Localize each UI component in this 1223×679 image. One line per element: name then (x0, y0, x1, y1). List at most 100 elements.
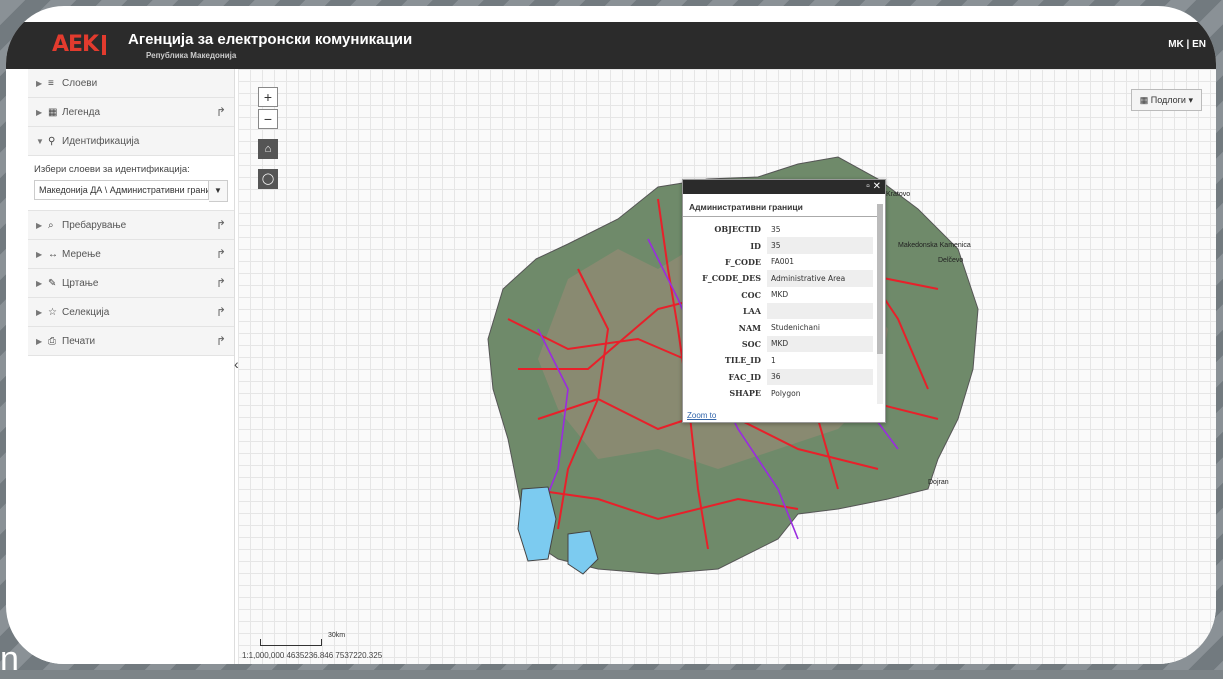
share-icon[interactable]: ↱ (216, 276, 226, 290)
app-subtitle: Република Македонија (146, 51, 237, 60)
share-icon[interactable]: ↱ (216, 305, 226, 319)
attribute-row: NAM Studenichani (683, 319, 873, 336)
place-label: Delčevo (938, 257, 964, 264)
browser-frame: AEK Агенција за електронски комуникации … (6, 6, 1216, 664)
attr-value (767, 302, 873, 320)
attr-value: 35 (767, 237, 873, 254)
place-label: Makedonska Kamenica (898, 242, 971, 249)
caret-right-icon: ▶ (36, 336, 43, 346)
zoom-in-button[interactable]: + (258, 87, 278, 107)
attribute-row: TILE_ID 1 (683, 352, 873, 369)
attribute-row: ID 35 (683, 237, 873, 254)
panel-label: Печати (62, 335, 96, 347)
caret-right-icon: ▶ (36, 278, 43, 288)
attr-value: MKD (767, 335, 873, 353)
layer-select-value[interactable]: Македонија ДА \ Административни граници (34, 180, 209, 200)
caret-down-icon: ▾ (1185, 95, 1193, 105)
panel-layers[interactable]: ▶ ≡ Слоеви (28, 69, 234, 98)
attribute-row: SHAPE Polygon (683, 384, 873, 402)
identify-hint: Избери слоеви за идентификација: (34, 164, 190, 175)
panel-label: Мерење (62, 248, 101, 260)
panel-draw[interactable]: ▶ ✎ Цртање ↱ (28, 269, 234, 298)
scale-label: 30km (328, 632, 346, 639)
attr-key: FAC_ID (728, 371, 761, 382)
attr-value: MKD (767, 286, 873, 303)
panel-measure[interactable]: ▶ ↔ Мерење ↱ (28, 240, 234, 269)
attr-value: 1 (767, 352, 873, 369)
identification-body: Избери слоеви за идентификација: Македон… (28, 156, 234, 211)
attr-key: SOC (741, 338, 761, 349)
share-icon[interactable]: ↱ (216, 105, 226, 119)
attr-value: Studenichani (767, 319, 873, 336)
maximize-icon[interactable]: ▫ (866, 181, 870, 192)
attribute-row: COC MKD (683, 286, 873, 303)
share-icon[interactable]: ↱ (216, 218, 226, 232)
print-icon: ⎙ (48, 335, 56, 347)
attribute-row: F_CODE_DES Administrative Area (683, 270, 873, 287)
attr-value: 36 (767, 368, 873, 385)
attr-value: Polygon (767, 384, 873, 402)
map-canvas[interactable]: + − ⌂ ◯ ▦ Подлоги ▾ Kratovo Makedonska K… (238, 69, 1216, 664)
logo-text: AEK (52, 32, 99, 57)
attribute-row: F_CODE FA001 (683, 253, 873, 271)
basemaps-button[interactable]: ▦ Подлоги ▾ (1130, 89, 1202, 111)
basemaps-label: Подлоги (1150, 95, 1186, 105)
sidebar: ▶ ≡ Слоеви ▶ ▦ Легенда ↱ ▼ ⚲ Идентификац… (28, 69, 235, 664)
panel-label: Легенда (62, 106, 101, 118)
attribute-row: OBJECTID 35 (683, 221, 873, 238)
zoom-out-button[interactable]: − (258, 109, 278, 129)
pin-icon: ⚲ (48, 135, 56, 147)
layer-select[interactable]: Македонија ДА \ Административни граници … (34, 180, 228, 202)
popup-scrollbar[interactable] (877, 204, 883, 404)
star-icon: ☆ (48, 306, 57, 318)
panel-print[interactable]: ▶ ⎙ Печати ↱ (28, 327, 234, 356)
grid-icon: ▦ (1139, 95, 1151, 105)
zoom-to-link[interactable]: Zoom to (687, 411, 716, 420)
panel-label: Пребарување (62, 219, 127, 231)
identify-popup: ▫ ✕ Административни граници OBJECTID 35 I… (682, 179, 886, 423)
share-icon[interactable]: ↱ (216, 334, 226, 348)
attribute-row: SOC MKD (683, 335, 873, 353)
pencil-icon: ✎ (48, 277, 57, 289)
attribute-row: LAA (683, 302, 873, 320)
locate-icon[interactable]: ◯ (258, 169, 278, 189)
attr-key: SHAPE (729, 388, 761, 399)
place-label: Dojran (928, 479, 949, 486)
caret-right-icon: ▶ (36, 249, 43, 259)
panel-label: Селекција (62, 306, 110, 318)
app-header: AEK Агенција за електронски комуникации … (6, 22, 1216, 69)
place-label: Kratovo (886, 191, 911, 198)
panel-selection[interactable]: ▶ ☆ Селекција ↱ (28, 298, 234, 327)
caret-right-icon: ▶ (36, 107, 43, 117)
scrollbar-thumb[interactable] (877, 204, 883, 354)
attr-key: F_CODE (724, 256, 761, 267)
caret-down-icon: ▼ (36, 136, 44, 146)
panel-legend[interactable]: ▶ ▦ Легенда ↱ (28, 98, 234, 127)
close-icon[interactable]: ✕ (873, 181, 881, 192)
overlay-text: n (0, 640, 19, 678)
popup-titlebar: ▫ ✕ (683, 180, 885, 194)
home-icon[interactable]: ⌂ (258, 139, 278, 159)
lake-ohrid (517, 486, 557, 562)
scale-bar (260, 639, 322, 646)
caret-right-icon: ▶ (36, 78, 43, 88)
caret-right-icon: ▶ (36, 307, 43, 317)
grid-icon: ▦ (48, 106, 58, 118)
attr-key: COC (741, 289, 761, 300)
attr-key: F_CODE_DES (702, 273, 761, 284)
popup-title: Административни граници (683, 194, 879, 217)
attr-key: TILE_ID (724, 355, 761, 366)
language-switch[interactable]: MK | EN (1168, 39, 1206, 50)
panel-search[interactable]: ▶ ⌕ Пребарување ↱ (28, 211, 234, 240)
attribute-row: FAC_ID 36 (683, 368, 873, 385)
attr-key: OBJECTID (714, 224, 761, 235)
share-icon[interactable]: ↱ (216, 247, 226, 261)
attr-value: 35 (767, 221, 873, 238)
panel-identification[interactable]: ▼ ⚲ Идентификација (28, 127, 234, 156)
chevron-down-icon[interactable]: ▼ (209, 180, 228, 202)
attribute-table: OBJECTID 35 ID 35 F_CODE FA001 F_CODE_DES Ad… (683, 221, 885, 402)
panel-label: Цртање (62, 277, 99, 289)
attr-key: ID (750, 240, 761, 251)
list-icon: ≡ (48, 77, 54, 89)
attr-key: NAM (738, 322, 761, 333)
